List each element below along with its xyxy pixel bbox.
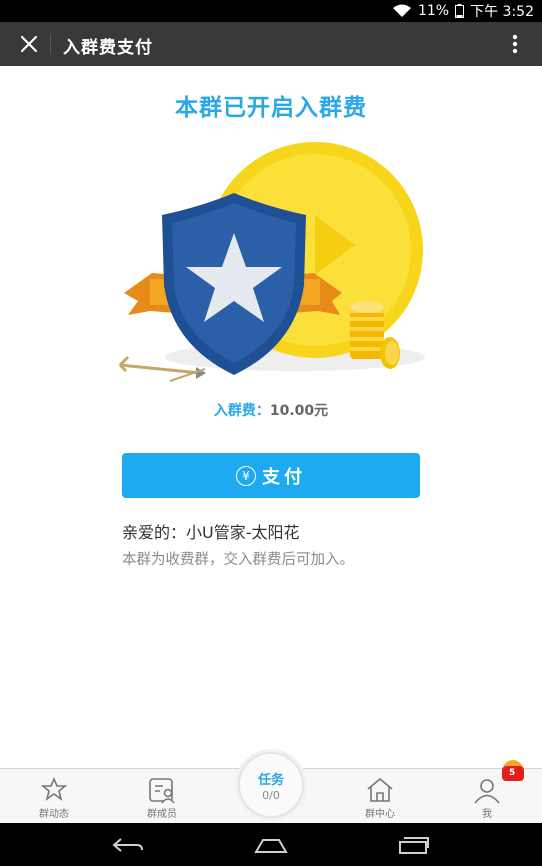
tab-group-center[interactable]: 群中心 [340,769,420,824]
page-title: 入群费支付 [63,38,153,58]
arrow-1 [119,363,201,375]
system-nav-bar [0,823,542,866]
tab-label: 群成员 [147,809,177,820]
recent-apps-button[interactable] [394,831,434,859]
more-vertical-icon [512,34,518,54]
tab-label: 我 [482,809,492,820]
fee-line: 入群费：10.00元 [0,400,542,420]
task-label: 任务 [257,772,284,788]
person-icon [472,776,502,804]
close-icon [20,35,38,53]
task-count: 0/0 [262,788,280,802]
title-divider [50,34,51,54]
greeting: 亲爱的：小U管家-太阳花 [122,523,300,542]
badge-count: 5 [509,768,516,778]
star-bubble-icon [39,776,69,804]
recent-apps-icon [399,837,429,854]
battery-level: 11% [417,3,450,19]
task-button[interactable]: 任务 0/0 [238,752,304,818]
house-icon [365,776,395,804]
fee-label: 入群费： [213,403,270,419]
home-button[interactable] [251,831,291,859]
members-card-icon [147,776,177,804]
tab-group-feed[interactable]: 群动态 [14,769,94,824]
paid-group-note: 本群为收费群，交入群费后可加入。 [122,552,354,568]
tab-label: 群动态 [39,809,69,820]
fee-amount: 10.00元 [269,403,329,419]
pay-button[interactable]: ¥ 支付 [122,453,420,498]
tab-group-members[interactable]: 群成员 [122,769,202,824]
clock: 下午 3:52 [470,4,534,20]
more-menu-button[interactable] [502,30,528,58]
back-button[interactable] [108,831,148,859]
back-icon [112,838,143,852]
home-icon [254,839,288,853]
status-bar: 11% 下午 3:52 [0,0,542,22]
headline: 本群已开启入群费 [175,95,367,121]
close-button[interactable] [14,30,44,58]
yen-icon: ¥ [236,465,256,486]
pay-button-label: 支付 [262,466,306,488]
red-packet-badge[interactable]: 5 [500,758,526,782]
title-bar: 入群费支付 [0,22,542,66]
tab-label: 群中心 [365,809,395,820]
battery-icon [455,4,465,18]
wifi-icon [392,4,412,18]
shield-coin-illustration [118,142,425,382]
